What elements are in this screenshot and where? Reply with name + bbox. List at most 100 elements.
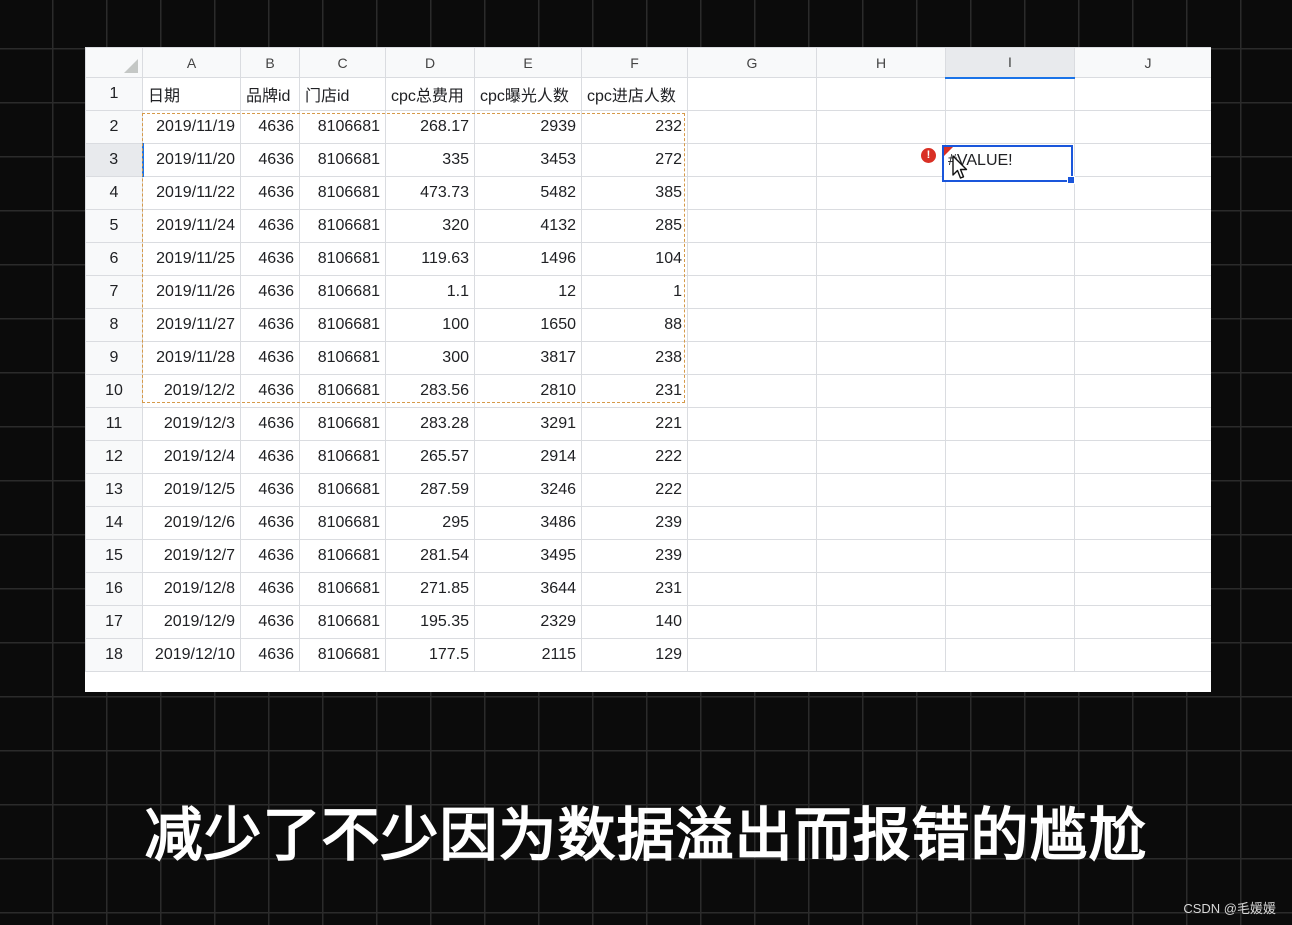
cell-brand-id[interactable]: 4636: [240, 110, 300, 144]
row-header[interactable]: 1: [85, 77, 143, 111]
cell-brand-id[interactable]: 4636: [240, 308, 300, 342]
cell-date[interactable]: 2019/11/25: [142, 242, 241, 276]
cell-cpc-visits[interactable]: 222: [581, 440, 688, 474]
cell-cpc-visits[interactable]: 385: [581, 176, 688, 210]
cell-empty[interactable]: [816, 209, 946, 243]
cell-date[interactable]: 2019/12/10: [142, 638, 241, 672]
cell-empty[interactable]: [816, 638, 946, 672]
cell-store-id[interactable]: 8106681: [299, 506, 386, 540]
row-header[interactable]: 16: [85, 572, 143, 606]
cell-empty[interactable]: [687, 341, 817, 375]
cell-store-id[interactable]: 8106681: [299, 374, 386, 408]
cell-empty[interactable]: [816, 176, 946, 210]
cell-cpc-impressions[interactable]: 2329: [474, 605, 582, 639]
cell-empty[interactable]: [945, 275, 1075, 309]
cell-cpc-impressions[interactable]: 5482: [474, 176, 582, 210]
cell-empty[interactable]: [816, 473, 946, 507]
row-header[interactable]: 3: [85, 143, 144, 177]
cell-empty[interactable]: [687, 572, 817, 606]
cell-store-id[interactable]: 8106681: [299, 605, 386, 639]
column-header[interactable]: G: [687, 47, 817, 78]
cell-empty[interactable]: [687, 242, 817, 276]
cell-cpc-cost[interactable]: 320: [385, 209, 475, 243]
cell-cpc-visits[interactable]: 222: [581, 473, 688, 507]
cell-empty[interactable]: [945, 209, 1075, 243]
cell-cpc-visits[interactable]: 88: [581, 308, 688, 342]
row-header[interactable]: 9: [85, 341, 143, 375]
cell-empty[interactable]: [945, 110, 1075, 144]
cell-cpc-visits[interactable]: 221: [581, 407, 688, 441]
column-header[interactable]: A: [142, 47, 241, 78]
cell-cpc-cost[interactable]: 271.85: [385, 572, 475, 606]
cell-cpc-cost[interactable]: 1.1: [385, 275, 475, 309]
cell-empty[interactable]: [1074, 110, 1211, 144]
cell-cpc-visits[interactable]: 231: [581, 374, 688, 408]
cell-empty[interactable]: [687, 308, 817, 342]
cell-brand-id[interactable]: 4636: [240, 209, 300, 243]
cell-cpc-cost[interactable]: 295: [385, 506, 475, 540]
column-header[interactable]: J: [1074, 47, 1211, 78]
cell-cpc-impressions[interactable]: 3495: [474, 539, 582, 573]
row-header[interactable]: 10: [85, 374, 143, 408]
cell-brand-id[interactable]: 4636: [240, 605, 300, 639]
error-icon[interactable]: !: [921, 148, 936, 163]
cell-date[interactable]: 2019/11/27: [142, 308, 241, 342]
cell-cpc-cost[interactable]: 100: [385, 308, 475, 342]
cell-cpc-visits[interactable]: 272: [581, 143, 688, 177]
cell-brand-id[interactable]: 4636: [240, 473, 300, 507]
cell-date[interactable]: 2019/12/7: [142, 539, 241, 573]
column-header[interactable]: C: [299, 47, 386, 78]
cell-cpc-cost[interactable]: 283.56: [385, 374, 475, 408]
cell-empty[interactable]: [687, 209, 817, 243]
cell-cpc-impressions[interactable]: 3817: [474, 341, 582, 375]
cell-brand-id[interactable]: 4636: [240, 539, 300, 573]
cell-empty[interactable]: [945, 77, 1075, 111]
cell-empty[interactable]: [687, 440, 817, 474]
cell-header-cpc-cost[interactable]: cpc总费用: [385, 77, 475, 111]
cell-cpc-cost[interactable]: 119.63: [385, 242, 475, 276]
column-header[interactable]: H: [816, 47, 946, 78]
cell-empty[interactable]: [945, 440, 1075, 474]
row-header[interactable]: 15: [85, 539, 143, 573]
cell-brand-id[interactable]: 4636: [240, 572, 300, 606]
cell-store-id[interactable]: 8106681: [299, 143, 386, 177]
cell-empty[interactable]: [816, 605, 946, 639]
select-all-corner[interactable]: [85, 47, 143, 78]
cell-cpc-impressions[interactable]: 1496: [474, 242, 582, 276]
cell-date[interactable]: 2019/11/28: [142, 341, 241, 375]
cell-empty[interactable]: [945, 242, 1075, 276]
cell-cpc-cost[interactable]: 177.5: [385, 638, 475, 672]
row-header[interactable]: 18: [85, 638, 143, 672]
cell-store-id[interactable]: 8106681: [299, 572, 386, 606]
cell-cpc-cost[interactable]: 287.59: [385, 473, 475, 507]
cell-store-id[interactable]: 8106681: [299, 308, 386, 342]
row-header[interactable]: 14: [85, 506, 143, 540]
cell-empty[interactable]: [816, 506, 946, 540]
cell-empty[interactable]: [687, 539, 817, 573]
cell-store-id[interactable]: 8106681: [299, 473, 386, 507]
cell-empty[interactable]: [945, 539, 1075, 573]
cell-cpc-impressions[interactable]: 2939: [474, 110, 582, 144]
cell-empty[interactable]: [816, 242, 946, 276]
cell-cpc-impressions[interactable]: 3486: [474, 506, 582, 540]
cell-empty[interactable]: [1074, 506, 1211, 540]
cell-cpc-visits[interactable]: 1: [581, 275, 688, 309]
cell-empty[interactable]: [1074, 473, 1211, 507]
cell-cpc-impressions[interactable]: 12: [474, 275, 582, 309]
row-header[interactable]: 11: [85, 407, 143, 441]
cell-empty[interactable]: [816, 275, 946, 309]
column-header[interactable]: F: [581, 47, 688, 78]
cell-empty[interactable]: [1074, 308, 1211, 342]
cell-cpc-impressions[interactable]: 2810: [474, 374, 582, 408]
cell-header-cpc-impressions[interactable]: cpc曝光人数: [474, 77, 582, 111]
cell-empty[interactable]: [1074, 374, 1211, 408]
cell-brand-id[interactable]: 4636: [240, 506, 300, 540]
row-header[interactable]: 6: [85, 242, 143, 276]
cell-store-id[interactable]: 8106681: [299, 110, 386, 144]
cell-date[interactable]: 2019/11/19: [142, 110, 241, 144]
row-header[interactable]: 5: [85, 209, 143, 243]
cell-empty[interactable]: [1074, 341, 1211, 375]
cell-cpc-cost[interactable]: 195.35: [385, 605, 475, 639]
cell-empty[interactable]: [1074, 572, 1211, 606]
cell-empty[interactable]: [1074, 638, 1211, 672]
